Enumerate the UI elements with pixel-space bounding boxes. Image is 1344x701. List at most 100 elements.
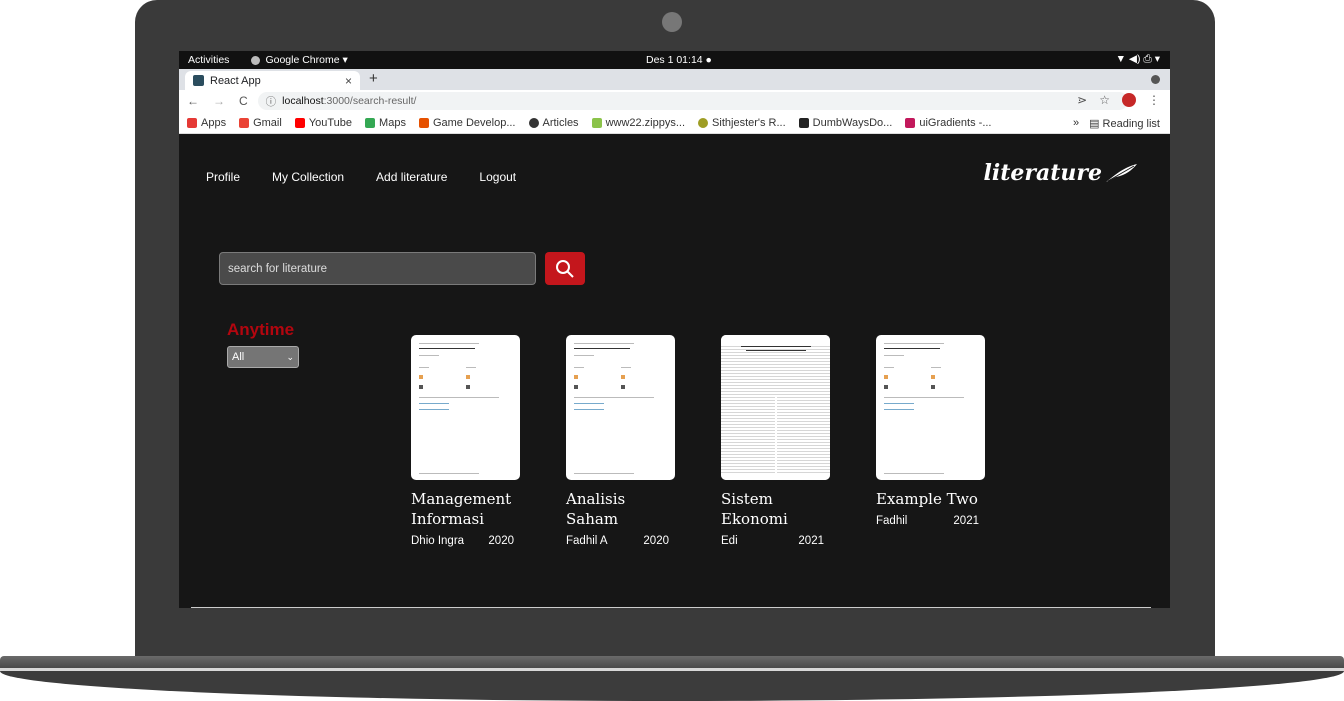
bookmark-zippys[interactable]: www22.zippys...: [591, 117, 685, 129]
tab-search-icon[interactable]: [1151, 75, 1160, 84]
bookmark-label: Sithjester's R...: [712, 116, 786, 129]
profile-avatar[interactable]: [1122, 93, 1136, 107]
literature-thumbnail[interactable]: [411, 335, 520, 480]
bookmarks-right: » ▤ Reading list: [1073, 117, 1160, 130]
system-tray-icons: ▼ ◀) ⎙ ▾: [1115, 53, 1160, 65]
maps-icon: [365, 117, 376, 128]
literature-author: Dhio Ingra: [411, 535, 465, 547]
reload-icon[interactable]: C: [239, 94, 248, 108]
search-input[interactable]: [219, 252, 536, 285]
os-top-bar: Activities Google Chrome ▾ Des 1 01:14 ●…: [179, 51, 1170, 69]
literature-title[interactable]: Sistem Ekonomi: [721, 489, 831, 529]
sithjester-icon: [698, 117, 709, 128]
literature-meta: Dhio Ingra 2020: [411, 535, 514, 547]
share-icon[interactable]: ⋗: [1077, 93, 1087, 107]
literature-card[interactable]: Management Informasi Dhio Ingra 2020: [411, 335, 521, 547]
chrome-icon: [251, 55, 261, 65]
more-menu-icon[interactable]: ⋮: [1148, 93, 1160, 107]
forward-arrow-icon[interactable]: →: [213, 94, 225, 108]
literature-meta: Fadhil A 2020: [566, 535, 669, 547]
bookmark-apps[interactable]: Apps: [187, 117, 226, 129]
bookmark-label: Apps: [201, 116, 227, 129]
search-icon: [556, 259, 574, 278]
literature-thumbnail[interactable]: [566, 335, 675, 480]
toolbar-actions: ⋗ ☆ ⋮: [1077, 93, 1160, 107]
system-tray[interactable]: ▼ ◀) ⎙ ▾: [1116, 53, 1160, 66]
literature-meta: Edi 2021: [721, 535, 824, 547]
bookmark-label: Maps: [379, 116, 406, 129]
literature-card[interactable]: Example Two Fadhil 2021: [876, 335, 986, 527]
bookmark-dumbways[interactable]: DumbWaysDo...: [798, 116, 893, 129]
tab-react-app[interactable]: React App ×: [185, 71, 360, 90]
globe-icon: [528, 117, 539, 128]
bookmarks-bar: Apps Gmail YouTube Maps Game Develop... …: [179, 112, 1170, 134]
bookmark-label: uiGradients -...: [919, 116, 992, 129]
zippy-icon: [591, 117, 602, 128]
literature-meta: Fadhil 2021: [876, 515, 979, 527]
tab-title: React App: [210, 74, 261, 87]
react-favicon-icon: [193, 75, 204, 86]
new-tab-button[interactable]: +: [369, 70, 378, 87]
main-nav: Profile My Collection Add literature Log…: [206, 170, 516, 184]
literature-thumbnail[interactable]: [876, 335, 985, 480]
reading-list-label: Reading list: [1102, 118, 1160, 130]
chevron-down-icon: ⌄: [286, 351, 294, 362]
webcam: [662, 12, 682, 32]
feather-icon: [1106, 164, 1137, 182]
activities-button[interactable]: Activities: [188, 54, 229, 66]
app-menu[interactable]: Google Chrome ▾: [251, 54, 348, 66]
page-content: Profile My Collection Add literature Log…: [179, 147, 1170, 608]
nav-my-collection[interactable]: My Collection: [272, 170, 344, 184]
bookmark-star-icon[interactable]: ☆: [1099, 93, 1110, 107]
close-tab-icon[interactable]: ×: [345, 74, 352, 88]
brand-logo[interactable]: literature: [984, 160, 1138, 186]
nav-logout[interactable]: Logout: [479, 170, 516, 184]
youtube-icon: [294, 117, 305, 128]
clock[interactable]: Des 1 01:14 ●: [646, 54, 712, 66]
year-filter-value: All: [232, 351, 245, 363]
bookmark-label: Game Develop...: [432, 116, 516, 129]
literature-author: Edi: [721, 535, 738, 547]
year-filter-select[interactable]: All ⌄: [227, 346, 299, 368]
laptop-base-bottom: [0, 671, 1344, 701]
bookmark-sithjester[interactable]: Sithjester's R...: [698, 117, 786, 129]
laptop-base: [0, 656, 1344, 668]
literature-author: Fadhil: [876, 515, 908, 527]
bookmark-maps[interactable]: Maps: [365, 117, 406, 129]
search-button[interactable]: [545, 252, 585, 285]
literature-year: 2020: [488, 535, 514, 547]
more-bookmarks-icon[interactable]: »: [1073, 117, 1079, 130]
brand-text: literature: [983, 160, 1102, 186]
bookmark-game-develop[interactable]: Game Develop...: [418, 116, 516, 129]
bookmark-label: Articles: [542, 116, 579, 129]
literature-thumbnail[interactable]: [721, 335, 830, 480]
bookmark-label: DumbWaysDo...: [812, 116, 893, 129]
tab-strip: React App × +: [179, 69, 1170, 90]
back-arrow-icon[interactable]: ←: [187, 94, 199, 108]
literature-title[interactable]: Example Two: [876, 489, 986, 509]
bookmark-articles[interactable]: Articles: [528, 116, 579, 129]
page-divider: [191, 607, 1151, 608]
literature-title[interactable]: Management Informasi: [411, 489, 521, 529]
bookmark-uigradients[interactable]: uiGradients -...: [905, 117, 991, 129]
bookmark-youtube[interactable]: YouTube: [294, 116, 353, 129]
literature-card[interactable]: Analisis Saham Fadhil A 2020: [566, 335, 676, 547]
url-path: :3000/search-result/: [323, 95, 417, 107]
app-name-label: Google Chrome ▾: [265, 54, 348, 66]
literature-title[interactable]: Analisis Saham: [566, 489, 676, 529]
reading-list-button[interactable]: ▤ Reading list: [1089, 117, 1160, 130]
dumbways-icon: [798, 117, 809, 128]
bookmark-gmail[interactable]: Gmail: [239, 117, 282, 129]
address-bar: ← → C ⓘ localhost :3000/search-result/ ⋗…: [179, 90, 1170, 112]
game-develop-icon: [418, 117, 429, 128]
apps-grid-icon: [187, 117, 197, 128]
gmail-icon: [239, 117, 250, 128]
nav-profile[interactable]: Profile: [206, 170, 240, 184]
literature-card[interactable]: Sistem Ekonomi Edi 2021: [721, 335, 831, 547]
literature-year: 2021: [953, 515, 979, 527]
info-icon: ⓘ: [265, 95, 277, 108]
url-field[interactable]: ⓘ localhost :3000/search-result/: [257, 92, 1128, 110]
bookmark-label: YouTube: [308, 116, 353, 129]
literature-year: 2020: [643, 535, 669, 547]
nav-add-literature[interactable]: Add literature: [376, 170, 447, 184]
